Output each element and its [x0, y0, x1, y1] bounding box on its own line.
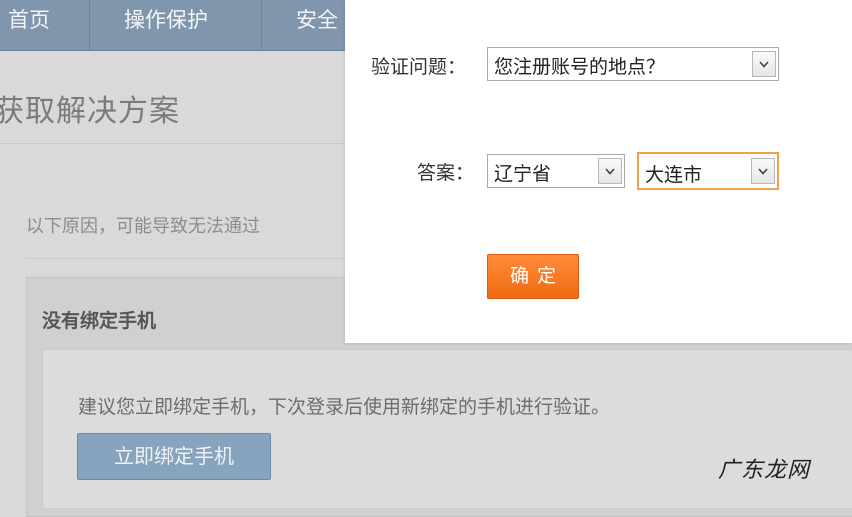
answer-label: 答案： — [417, 162, 475, 184]
bind-phone-button[interactable]: 立即绑定手机 — [77, 433, 271, 480]
province-select[interactable]: 辽宁省 — [487, 154, 625, 188]
chevron-down-icon[interactable] — [752, 51, 776, 77]
security-question-value: 您注册账号的地点？ — [494, 56, 666, 78]
section-title: 没有绑定手机 — [42, 310, 157, 332]
watermark-logo: 广东龙网 — [718, 458, 811, 483]
confirm-button[interactable]: 确定 — [487, 254, 579, 299]
page-title: 获取解决方案 — [0, 94, 180, 129]
section-body — [42, 349, 852, 509]
nav-item-operation-protection[interactable]: 操作保护 — [90, 0, 262, 50]
chevron-down-icon[interactable] — [751, 158, 775, 184]
reason-text: 以下原因，可能导致无法通过 — [26, 216, 260, 237]
verification-dialog: 验证问题： 您注册账号的地点？ 答案： 辽宁省 大连市 确定 — [345, 0, 852, 343]
security-question-select[interactable]: 您注册账号的地点？ — [487, 47, 779, 81]
suggestion-text: 建议您立即绑定手机，下次登录后使用新绑定的手机进行验证。 — [78, 396, 611, 418]
nav-item-home[interactable]: 首页 — [0, 0, 90, 50]
city-value: 大连市 — [645, 164, 703, 186]
province-value: 辽宁省 — [494, 163, 552, 185]
question-label: 验证问题： — [371, 56, 467, 78]
chevron-down-icon[interactable] — [598, 158, 622, 184]
city-select[interactable]: 大连市 — [637, 152, 779, 190]
reason-divider — [26, 258, 356, 259]
